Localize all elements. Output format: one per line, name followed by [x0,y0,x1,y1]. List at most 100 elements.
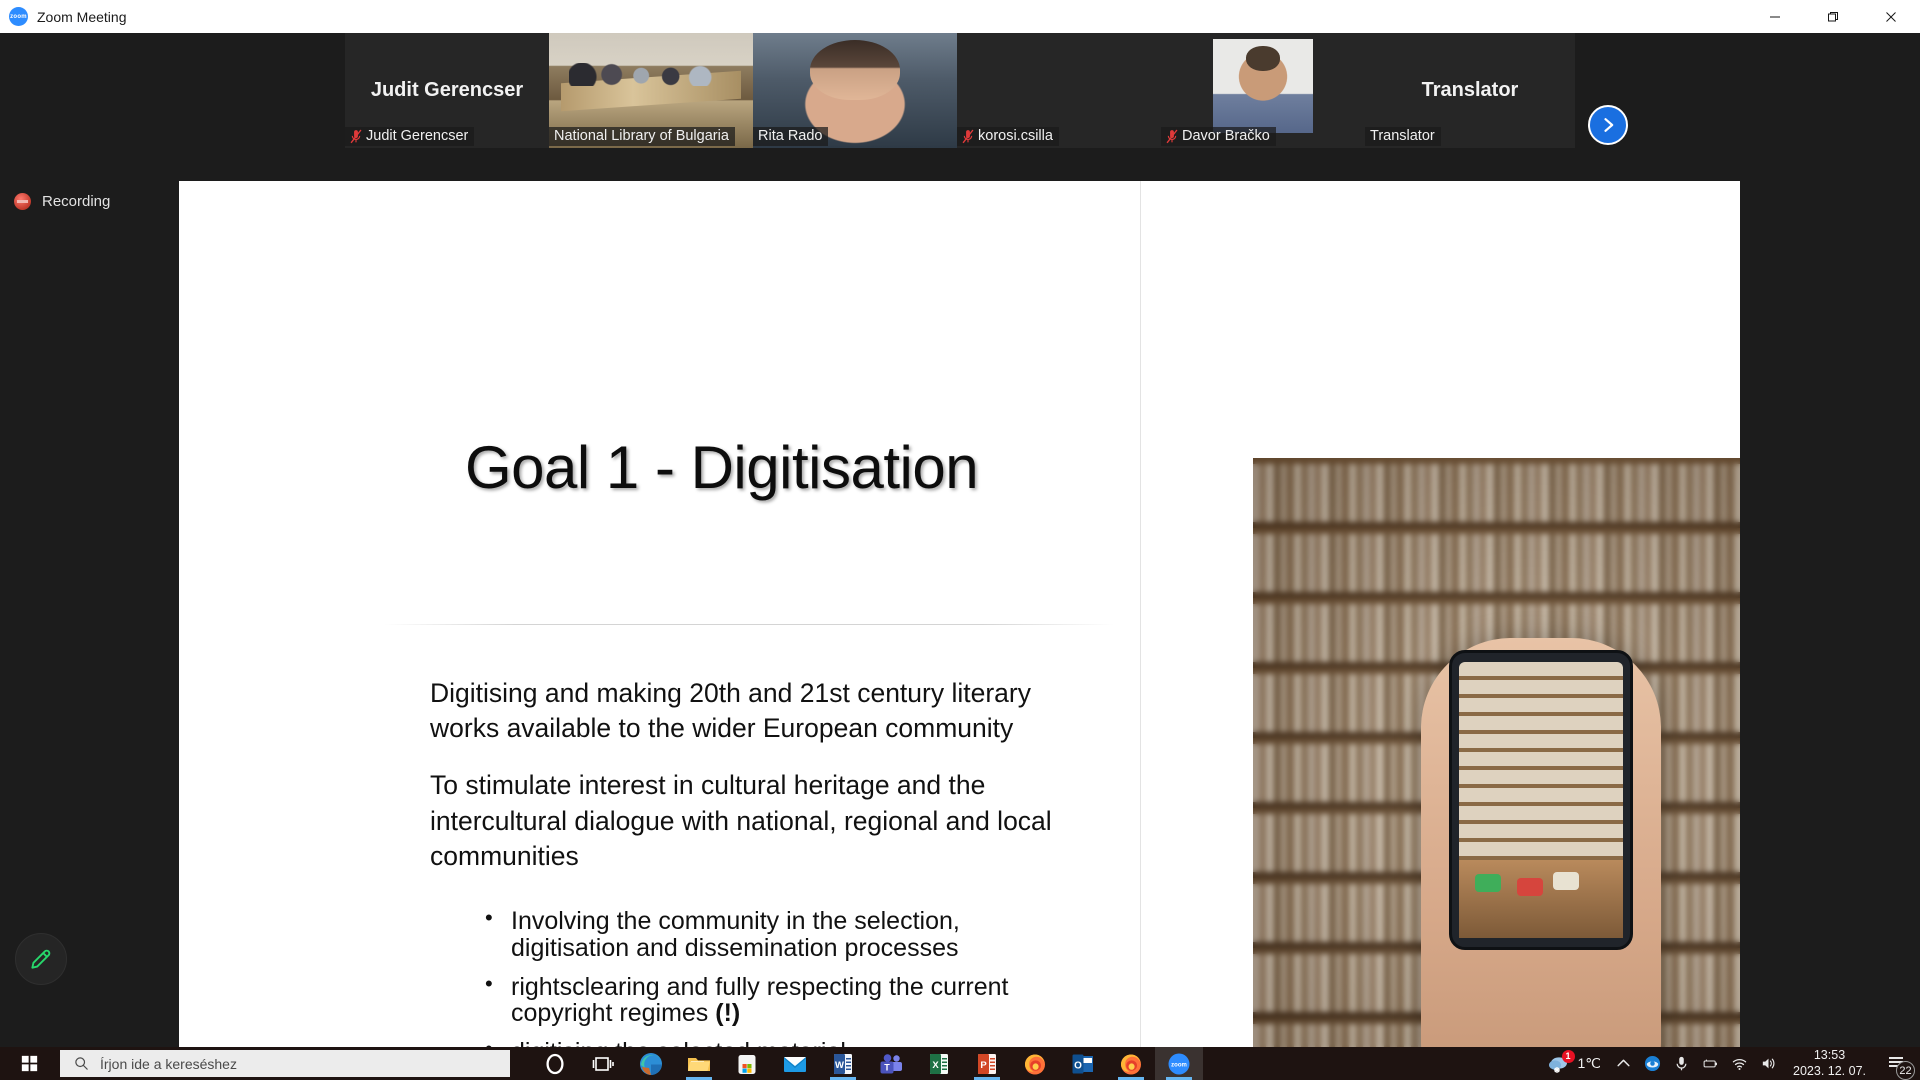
teams-icon: T [880,1053,902,1073]
cortana-icon[interactable] [531,1047,579,1080]
participant-namebar: korosi.csilla [957,127,1059,146]
firefox-icon [1025,1054,1045,1074]
slide-bullet-text: Involving the community in the selection… [511,907,960,962]
mail-icon[interactable] [771,1047,819,1080]
participant-tile-translator[interactable]: Translator Translator [1365,33,1575,148]
microphone-icon [1676,1056,1687,1071]
muted-microphone-icon [350,129,362,143]
mail-icon [784,1056,806,1072]
participant-display-name: Translator [1421,79,1519,101]
slide-bullet-text: rightsclearing and fully respecting the … [511,972,1009,1028]
file-explorer-icon[interactable] [675,1047,723,1080]
clock-date: 2023. 12. 07. [1793,1063,1866,1078]
slide-image-library-phone [1253,458,1740,1048]
slide-bullet-emphasis: (!) [715,999,741,1028]
participant-namebar: Davor Bračko [1161,127,1276,146]
zoom-logo-icon: zoom [9,7,28,26]
teams-icon[interactable]: T [867,1047,915,1080]
microphone-tray-button[interactable] [1667,1047,1696,1080]
system-tray: 1 1℃ 13:53 2023. 12. 07. 22 [1540,1047,1920,1080]
firefox-icon-2[interactable] [1107,1047,1155,1080]
wifi-tray-button[interactable] [1725,1047,1754,1080]
participant-name-label: Translator [1370,128,1435,144]
onedrive-tray-button[interactable] [1638,1047,1667,1080]
participant-name-label: Judit Gerencser [366,128,469,144]
participant-namebar: Translator [1365,127,1441,146]
volume-tray-button[interactable] [1754,1047,1783,1080]
recording-indicator: Recording [14,193,110,210]
excel-icon: X [930,1053,948,1074]
participant-tile-judit-gerencser[interactable]: Judit Gerencser Judit Gerencser [345,33,549,148]
recording-dot-icon [14,193,31,210]
zoom-meeting-body: Recording Judit Gerencser Judit Gerencse… [0,33,1920,1048]
onedrive-icon [1644,1055,1661,1072]
taskbar-pinned-icons: W T X P O zoom [531,1047,1203,1080]
task-view-icon [592,1056,614,1071]
start-button[interactable] [0,1047,58,1080]
taskbar-clock[interactable]: 13:53 2023. 12. 07. [1783,1048,1876,1079]
microsoft-store-icon[interactable] [723,1047,771,1080]
svg-text:T: T [884,1062,890,1072]
action-center-button[interactable]: 22 [1876,1047,1916,1080]
show-hidden-icons-button[interactable] [1609,1047,1638,1080]
windows-start-icon [21,1055,37,1072]
annotate-pen-button[interactable] [15,933,67,985]
task-view-icon[interactable] [579,1047,627,1080]
participant-tile-davor-bracko[interactable]: Davor Bračko [1161,33,1365,148]
slide-bullet-list: Involving the community in the selection… [430,906,1080,1048]
svg-text:O: O [1074,1060,1082,1071]
word-icon: W [834,1053,852,1074]
slide-body: Digitising and making 20th and 21st cent… [430,676,1080,1048]
close-button[interactable] [1862,0,1920,33]
muted-microphone-icon [1166,129,1178,143]
participant-namebar: Judit Gerencser [345,127,475,146]
shared-screen-slide[interactable]: Goal 1 - Digitisation Digitising and mak… [179,181,1740,1048]
powerpoint-icon: P [978,1053,996,1074]
window-titlebar: zoom Zoom Meeting [0,0,1920,33]
battery-tray-button[interactable] [1696,1047,1725,1080]
powerpoint-icon[interactable]: P [963,1047,1011,1080]
pen-icon [31,949,51,969]
notification-count-badge: 22 [1896,1061,1915,1080]
participant-name-label: korosi.csilla [978,128,1053,144]
participant-name-label: National Library of Bulgaria [554,128,729,144]
edge-icon[interactable] [627,1047,675,1080]
slide-paragraph-1: Digitising and making 20th and 21st cent… [430,678,1031,744]
zoom-icon: zoom [1168,1053,1190,1074]
participant-tile-national-library-of-bulgaria[interactable]: National Library of Bulgaria [549,33,753,148]
weather-notification-badge: 1 [1561,1049,1575,1063]
word-icon[interactable]: W [819,1047,867,1080]
chevron-up-icon [1617,1059,1630,1067]
svg-text:P: P [980,1060,987,1071]
participant-namebar: National Library of Bulgaria [549,127,735,146]
slide-divider [1140,181,1141,1048]
minimize-icon [1770,16,1780,17]
svg-text:W: W [835,1060,844,1071]
taskbar-search-input[interactable]: Írjon ide a kereséshez [60,1050,510,1077]
volume-icon [1762,1058,1775,1069]
participant-tile-rita-rado[interactable]: Rita Rado [753,33,957,148]
maximize-button[interactable] [1804,0,1862,33]
slide-title-rule [384,624,1114,625]
slide-bullet: rightsclearing and fully respecting the … [485,972,1080,1028]
filmstrip-next-page-button[interactable] [1588,105,1628,145]
snow-cloud-icon: 1 [1548,1049,1575,1074]
windows-taskbar: Írjon ide a kereséshez W T X P O zoom 1 … [0,1047,1920,1080]
edge-icon [640,1052,662,1075]
participant-name-label: Davor Bračko [1182,128,1270,144]
search-icon [75,1057,88,1070]
zoom-icon[interactable]: zoom [1155,1047,1203,1080]
slide-paragraph-2: To stimulate interest in cultural herita… [430,770,1052,871]
firefox-icon[interactable] [1011,1047,1059,1080]
outlook-icon[interactable]: O [1059,1047,1107,1080]
participant-tile-korosi-csilla[interactable]: korosi.csilla [957,33,1161,148]
maximize-icon [1828,11,1838,21]
cortana-icon [546,1053,564,1074]
window-title: Zoom Meeting [37,8,127,25]
excel-icon[interactable]: X [915,1047,963,1080]
taskbar-search-placeholder: Írjon ide a kereséshez [100,1055,237,1072]
weather-widget[interactable]: 1 1℃ [1540,1049,1610,1074]
participant-name-label: Rita Rado [758,128,823,144]
firefox-icon [1121,1054,1141,1074]
minimize-button[interactable] [1746,0,1804,33]
